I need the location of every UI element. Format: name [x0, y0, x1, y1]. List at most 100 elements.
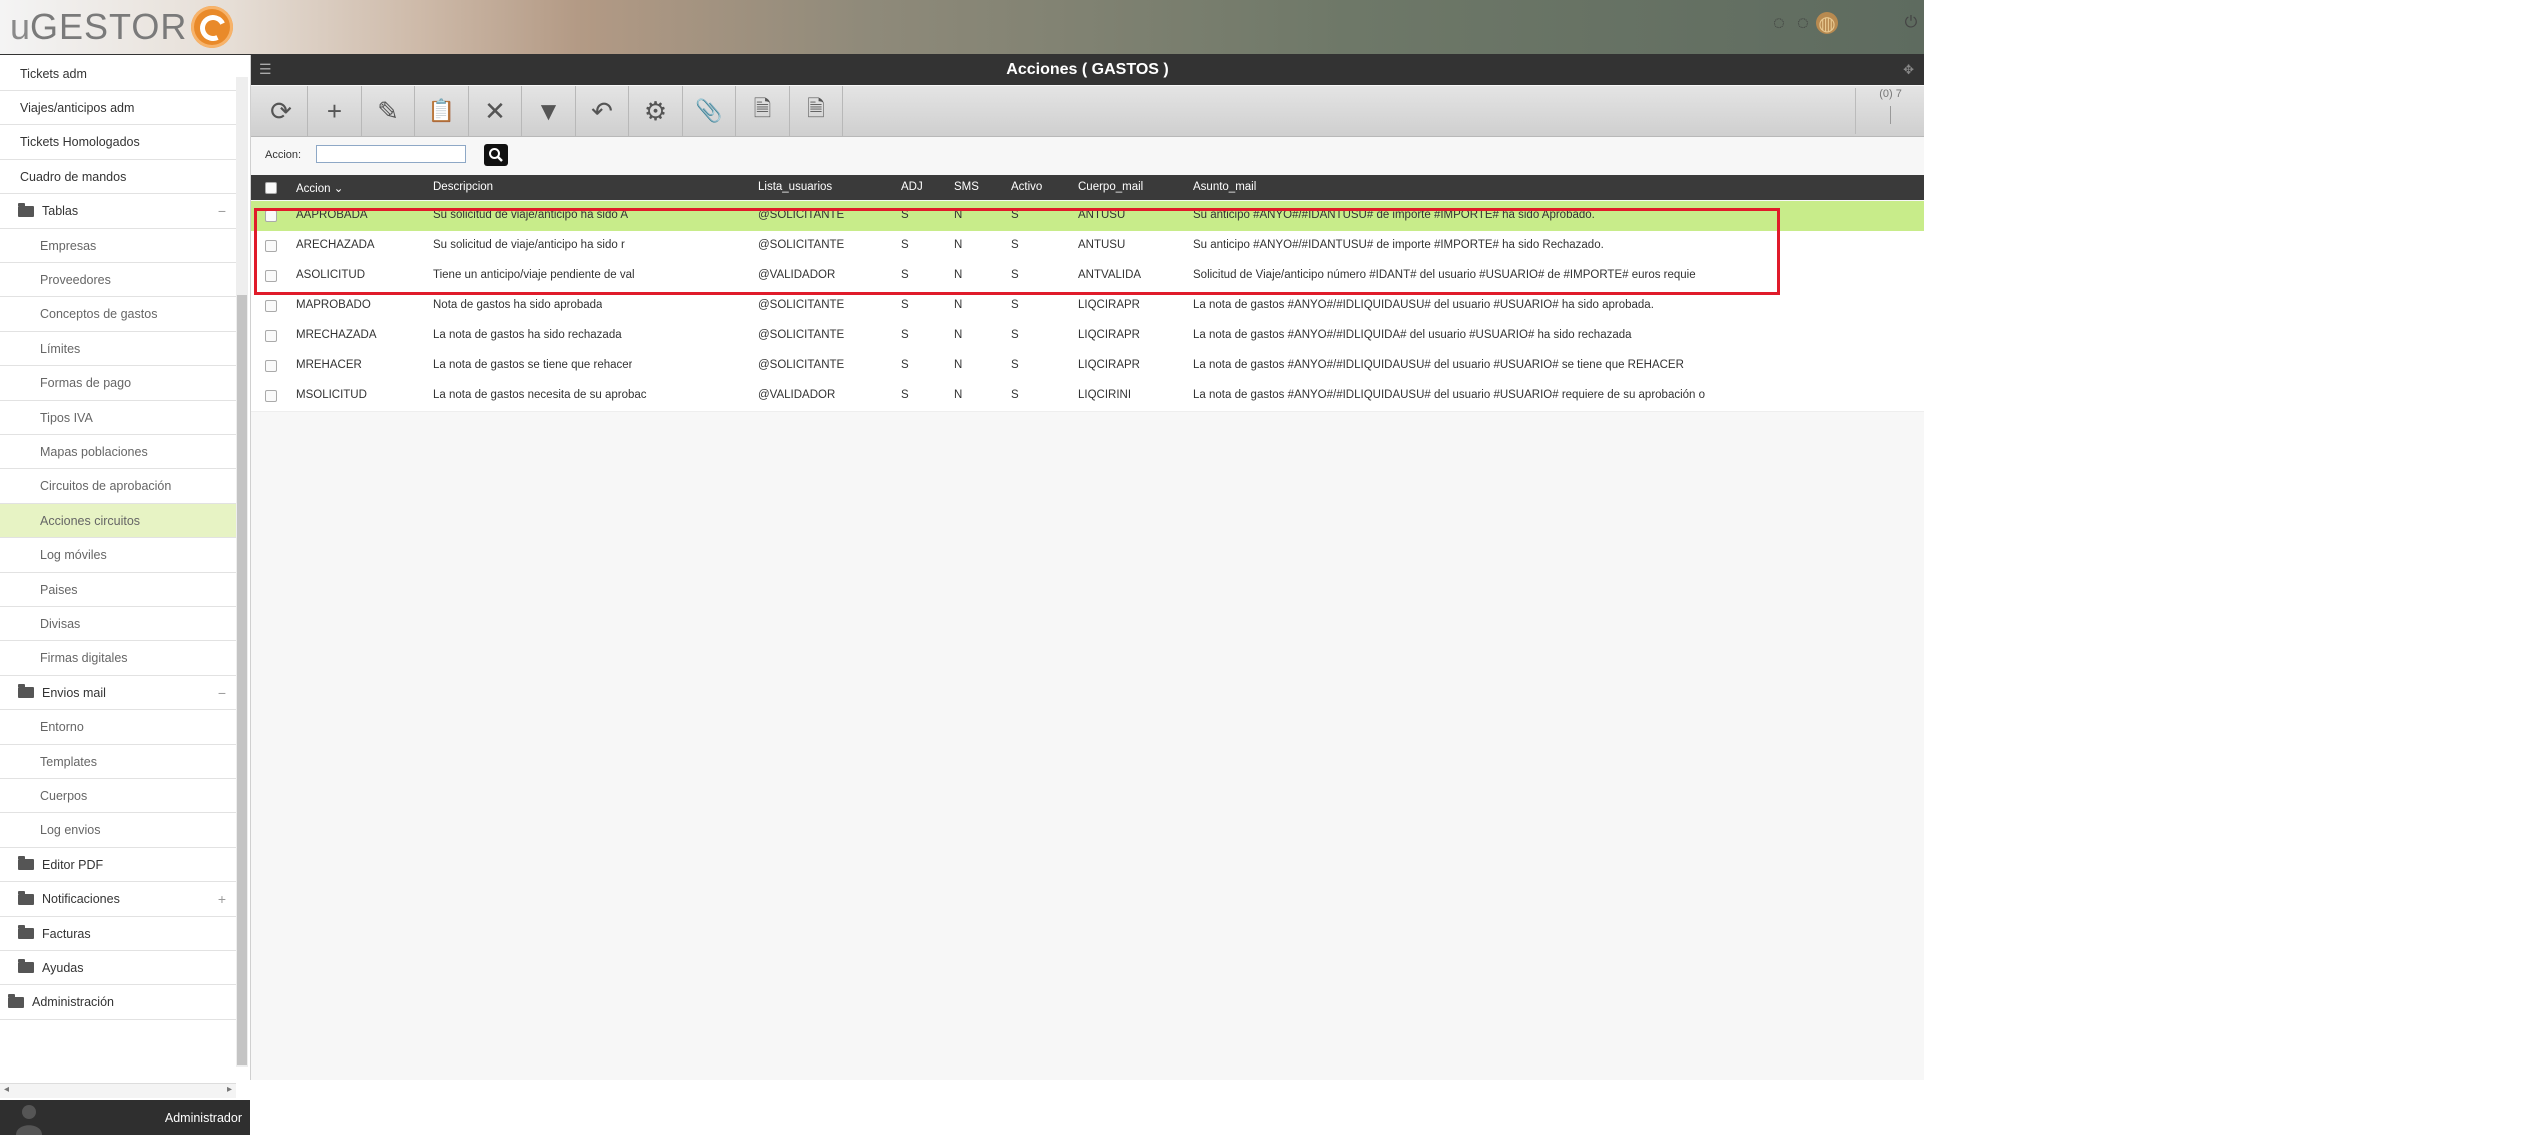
sidebar-item[interactable]: Ayudas — [0, 951, 236, 986]
table-cell: MSOLICITUD — [296, 389, 367, 401]
clipboard-button[interactable]: 📋 — [416, 86, 469, 136]
sidebar-item-label: Log móviles — [40, 548, 107, 563]
sidebar-item[interactable]: Empresas — [0, 229, 236, 263]
power-icon[interactable]: ⏻ — [1900, 12, 1922, 34]
col-header-lista-usuarios[interactable]: Lista_usuarios — [758, 181, 832, 193]
sidebar-item[interactable]: Entorno — [0, 711, 236, 745]
sidebar-item[interactable]: Viajes/anticipos adm — [0, 91, 236, 126]
col-header-cuerpo-mail[interactable]: Cuerpo_mail — [1078, 181, 1143, 193]
search-button[interactable] — [484, 144, 508, 166]
edit-button[interactable]: ✎ — [362, 86, 415, 136]
sidebar-item-label: Mapas poblaciones — [40, 444, 148, 459]
col-header-accion[interactable]: Accion ⌄ — [296, 181, 343, 195]
sidebar-item[interactable]: Tickets adm — [0, 57, 236, 91]
sidebar-item-label: Entorno — [40, 720, 84, 735]
row-checkbox[interactable] — [265, 360, 277, 372]
row-checkbox[interactable] — [265, 390, 277, 402]
sidebar-item[interactable]: Proveedores — [0, 263, 236, 298]
collapse-icon[interactable]: − — [218, 203, 226, 219]
sidebar-item[interactable]: Límites — [0, 332, 236, 367]
table-cell: S — [901, 299, 909, 311]
table-cell: S — [1011, 299, 1019, 311]
pin-icon[interactable]: ✥ — [1903, 62, 1914, 78]
table-cell: La nota de gastos necesita de su aprobac — [433, 389, 647, 401]
app-header: u GESTOR ◌ ◌ ◍ ⏻ — [0, 0, 1924, 55]
folder-icon — [8, 993, 24, 1008]
sidebar-item[interactable]: Cuadro de mandos — [0, 160, 236, 195]
xls-button[interactable]: 🗎 — [790, 86, 843, 136]
table-cell: LIQCIRAPR — [1078, 299, 1140, 311]
pager-count: (0) 7 — [1879, 88, 1902, 100]
sidebar-item[interactable]: Tablas − — [0, 195, 236, 229]
sidebar-item[interactable]: Cuerpos — [0, 779, 236, 814]
refresh-button[interactable]: ⟳ — [255, 86, 308, 136]
table-row[interactable]: MRECHAZADA La nota de gastos ha sido rech… — [251, 321, 1924, 352]
sidebar-item[interactable]: Firmas digitales — [0, 642, 236, 676]
row-checkbox[interactable] — [265, 330, 277, 342]
collapse-icon[interactable]: − — [218, 685, 226, 701]
sidebar-item-label: Acciones circuitos — [40, 513, 141, 528]
pdf-button[interactable]: 🗎 — [737, 86, 790, 136]
avatar-badge-icon[interactable]: ◍ — [1816, 12, 1838, 35]
sidebar-item[interactable]: Circuitos de aprobación — [0, 470, 236, 504]
col-header-asunto-mail[interactable]: Asunto_mail — [1193, 181, 1256, 193]
spinner-icon[interactable]: ◌ — [1768, 12, 1790, 34]
sidebar-item[interactable]: Templates — [0, 745, 236, 779]
sidebar-item[interactable]: Notificaciones + — [0, 883, 236, 917]
undo-button[interactable]: ↶ — [576, 86, 629, 136]
sidebar-item-label: Log envios — [40, 823, 101, 838]
attach-button[interactable]: 📎 — [683, 86, 736, 136]
table-cell: La nota de gastos ha sido rechazada — [433, 329, 622, 341]
sidebar-item-label: Ayudas — [42, 960, 84, 975]
expand-icon[interactable]: + — [218, 891, 226, 907]
sidebar-item-label: Firmas digitales — [40, 651, 128, 666]
attach-icon: 📎 — [695, 98, 723, 123]
settings-button[interactable]: ⚙ — [630, 86, 683, 136]
table-cell: La nota de gastos #ANYO#/#IDLIQUIDAUSU# … — [1193, 389, 1706, 401]
filter-button[interactable]: ▼ — [523, 86, 576, 136]
add-button[interactable]: + — [309, 86, 362, 136]
table-cell: La nota de gastos #ANYO#/#IDLIQUIDAUSU# … — [1193, 359, 1684, 371]
table-cell: @SOLICITANTE — [758, 329, 845, 341]
table-cell: N — [954, 389, 963, 401]
sidebar-item[interactable]: Envios mail − — [0, 676, 236, 711]
sidebar-item[interactable]: Administración — [0, 986, 236, 1020]
delete-button[interactable]: ✕ — [469, 86, 522, 136]
search-input[interactable] — [316, 145, 466, 163]
col-header-activo[interactable]: Activo — [1011, 181, 1042, 193]
sidebar-item[interactable]: Divisas — [0, 607, 236, 642]
spinner-icon-2[interactable]: ◌ — [1792, 12, 1814, 34]
sidebar-item[interactable]: Log móviles — [0, 539, 236, 573]
row-checkbox[interactable] — [265, 300, 277, 312]
sidebar-item[interactable]: Log envios — [0, 814, 236, 848]
sidebar-item[interactable]: Tickets Homologados — [0, 126, 236, 160]
select-all-checkbox[interactable] — [265, 182, 277, 194]
table-cell: @VALIDADOR — [758, 389, 836, 401]
folder-icon — [18, 202, 34, 217]
table-row[interactable]: MREHACER La nota de gastos se tiene que r… — [251, 351, 1924, 382]
user-avatar-icon — [16, 1105, 42, 1135]
sidebar-item[interactable]: Acciones circuitos — [0, 504, 236, 539]
table-row[interactable]: MAPROBADO Nota de gastos ha sido aprobada… — [251, 291, 1924, 322]
sidebar-item[interactable]: Editor PDF — [0, 848, 236, 883]
sidebar-item-label: Paises — [40, 582, 78, 597]
sidebar-hscrollbar[interactable]: ◂ ▸ — [0, 1083, 236, 1098]
sidebar-item-label: Circuitos de aprobación — [40, 479, 172, 494]
table-row[interactable]: MSOLICITUD La nota de gastos necesita de … — [251, 381, 1924, 412]
list-toggle-icon[interactable]: ☰ — [259, 61, 272, 78]
table-cell: @SOLICITANTE — [758, 299, 845, 311]
sidebar-item[interactable]: Formas de pago — [0, 367, 236, 401]
sidebar-item[interactable]: Mapas poblaciones — [0, 435, 236, 470]
sidebar-item[interactable]: Tipos IVA — [0, 401, 236, 435]
user-name[interactable]: Administrador — [165, 1111, 242, 1125]
sidebar-item[interactable]: Conceptos de gastos — [0, 298, 236, 332]
table-cell: S — [1011, 329, 1019, 341]
sidebar-item[interactable]: Paises — [0, 573, 236, 607]
col-header-adj[interactable]: ADJ — [901, 181, 923, 193]
col-header-descripcion[interactable]: Descripcion — [433, 181, 493, 193]
col-header-sms[interactable]: SMS — [954, 181, 979, 193]
sidebar-item[interactable]: Facturas — [0, 917, 236, 951]
table-cell: S — [1011, 359, 1019, 371]
folder-icon — [18, 856, 34, 871]
sidebar-scrollbar-thumb[interactable] — [237, 295, 247, 1065]
